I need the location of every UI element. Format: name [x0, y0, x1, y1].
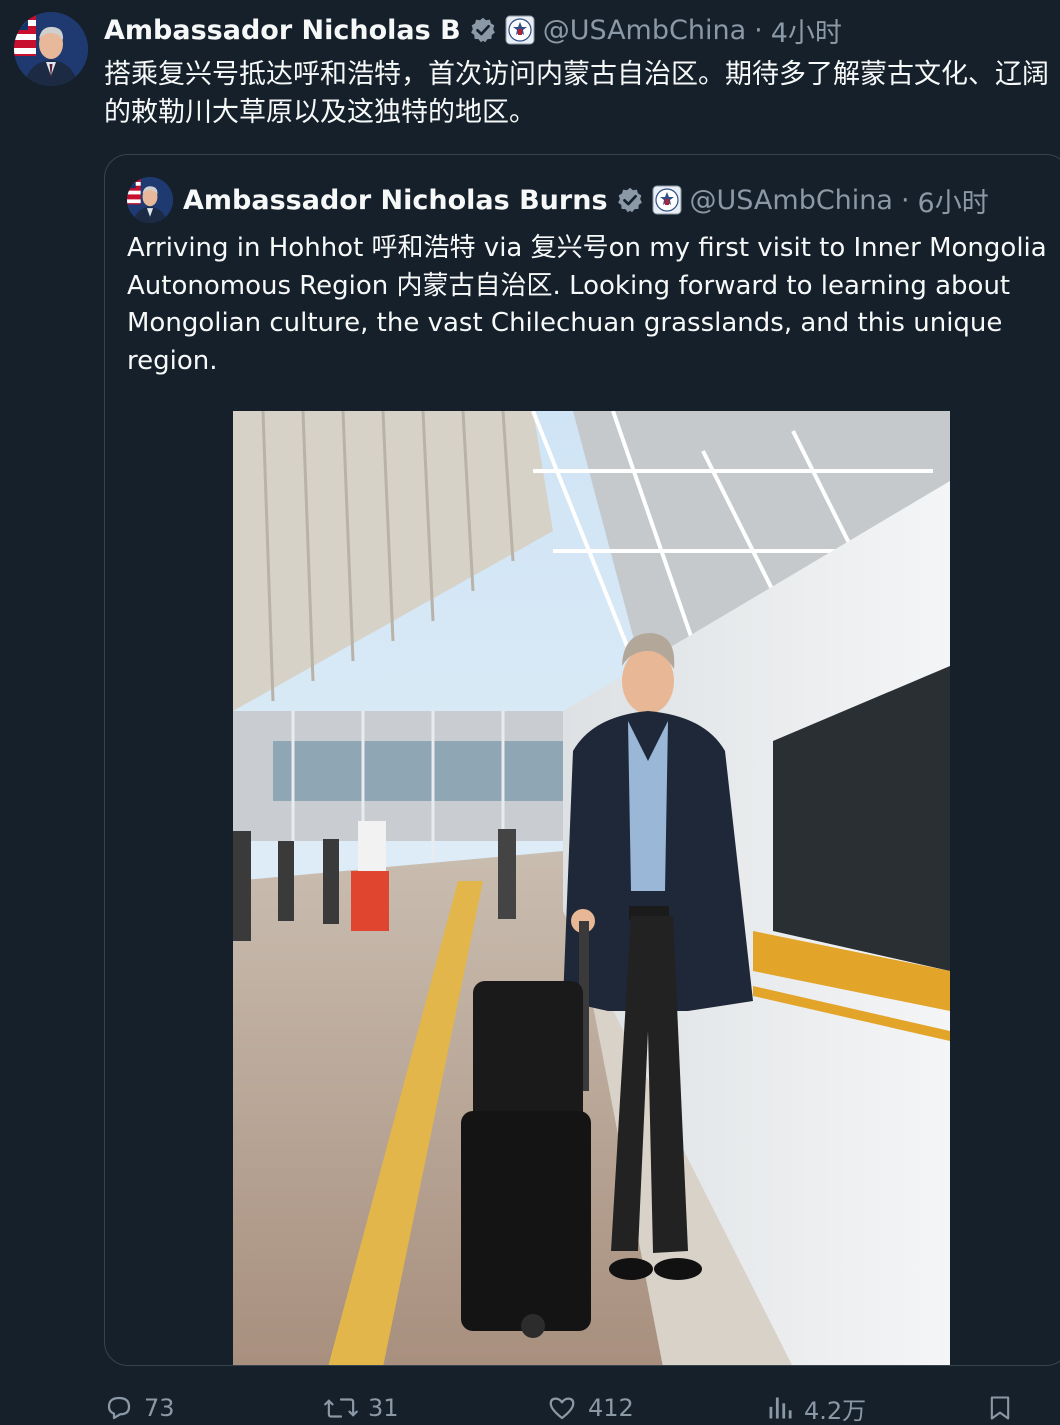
tweet: Ambassador Nicholas B @USAmbChina · 4小时 …: [0, 0, 1060, 1425]
reply-icon: [104, 1393, 134, 1423]
verified-badge-icon[interactable]: [469, 16, 497, 44]
bookmark-icon: [986, 1392, 1014, 1424]
like-icon: [546, 1393, 578, 1423]
bookmark-button[interactable]: [986, 1388, 1014, 1425]
platform-photo-image: [233, 411, 950, 1365]
separator-dot: ·: [754, 14, 763, 46]
verified-badge-icon: [616, 186, 644, 214]
action-bar: 73 31 412 4.2万: [104, 1388, 1060, 1425]
avatar-image: [14, 12, 88, 86]
avatar[interactable]: [14, 12, 88, 86]
views-icon: [766, 1393, 794, 1423]
quoted-post-time: 6小时: [917, 187, 989, 219]
us-embassy-seal-icon[interactable]: [505, 15, 535, 45]
reply-button[interactable]: 73: [104, 1388, 175, 1425]
post-header: Ambassador Nicholas B @USAmbChina · 4小时: [104, 10, 842, 50]
quoted-author-handle: @USAmbChina: [689, 184, 893, 216]
post-time[interactable]: 4小时: [771, 11, 842, 50]
like-button[interactable]: 412: [546, 1388, 634, 1425]
quoted-tweet[interactable]: Ambassador Nicholas Burns @USAmbChina · …: [104, 154, 1060, 1366]
quoted-author-name: Ambassador Nicholas Burns: [183, 184, 608, 216]
views-button[interactable]: 4.2万: [766, 1388, 866, 1425]
quoted-avatar-image: [127, 177, 173, 223]
repost-button[interactable]: 31: [324, 1388, 399, 1425]
post-text: 搭乘复兴号抵达呼和浩特，首次访问内蒙古自治区。期待多了解蒙古文化、辽阔的敕勒川大…: [104, 59, 1049, 128]
quoted-tweet-header: Ambassador Nicholas Burns @USAmbChina · …: [127, 177, 989, 223]
quoted-tweet-text: Arriving in Hohhot 呼和浩特 via 复兴号on my fir…: [127, 233, 1047, 376]
repost-count: 31: [368, 1394, 399, 1422]
like-count: 412: [588, 1394, 634, 1422]
us-embassy-seal-icon: [652, 185, 682, 215]
quoted-avatar: [127, 177, 173, 223]
author-handle[interactable]: @USAmbChina: [543, 15, 746, 46]
author-name[interactable]: Ambassador Nicholas B: [104, 15, 461, 46]
reply-count: 73: [144, 1394, 175, 1422]
views-count: 4.2万: [804, 1396, 867, 1425]
separator-dot: ·: [900, 184, 910, 216]
tweet-photo[interactable]: [233, 411, 950, 1365]
repost-icon: [324, 1393, 358, 1423]
